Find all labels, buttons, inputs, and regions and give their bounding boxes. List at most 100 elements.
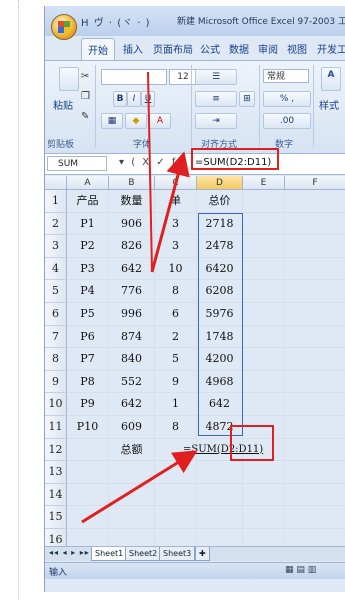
- grid-cell[interactable]: 609: [109, 416, 155, 439]
- grid-cell[interactable]: [285, 371, 345, 394]
- row-header[interactable]: 6: [45, 303, 67, 326]
- tab-home[interactable]: 开始: [81, 38, 115, 60]
- grid-cell[interactable]: [155, 483, 197, 507]
- grid-cell[interactable]: P8: [67, 370, 109, 394]
- grid-cell[interactable]: [285, 393, 345, 416]
- grid-cell[interactable]: 10: [155, 257, 197, 281]
- grid-cell[interactable]: 3: [155, 235, 197, 258]
- grid-cell[interactable]: [109, 461, 155, 484]
- grid-cell[interactable]: 单: [155, 190, 197, 213]
- grid-cell[interactable]: [285, 303, 345, 326]
- grid-cell[interactable]: [243, 235, 285, 258]
- grid-cell[interactable]: 3: [155, 212, 197, 236]
- font-name-box[interactable]: [101, 69, 167, 85]
- sheet-nav-arrows[interactable]: ◂◂ ◂ ▸ ▸▸: [49, 548, 90, 557]
- grid-cell[interactable]: 产品: [67, 190, 109, 213]
- sheet-tab-1[interactable]: Sheet1: [91, 547, 128, 561]
- row-header[interactable]: 10: [45, 393, 67, 416]
- decimal-icon[interactable]: .00: [263, 113, 311, 129]
- font-color-icon[interactable]: A: [149, 113, 171, 129]
- grid-cell[interactable]: [243, 416, 285, 439]
- cut-icon[interactable]: ✂: [81, 71, 89, 82]
- column-header-e[interactable]: E: [243, 176, 285, 190]
- grid-cell[interactable]: [285, 235, 345, 258]
- font-size-box[interactable]: 12: [169, 69, 197, 85]
- number-format-box[interactable]: 常规: [263, 69, 309, 83]
- grid-cell[interactable]: P4: [67, 280, 109, 303]
- grid-cell[interactable]: [243, 190, 285, 213]
- grid-cell[interactable]: [67, 483, 109, 507]
- grid-cell[interactable]: P9: [67, 393, 109, 416]
- grid-cell[interactable]: 4872: [197, 416, 243, 439]
- sheet-tab-3[interactable]: Sheet3: [159, 547, 196, 561]
- grid-cell[interactable]: [285, 280, 345, 303]
- grid-cell[interactable]: [285, 439, 345, 462]
- grid-cell[interactable]: 840: [109, 348, 155, 371]
- grid-cell[interactable]: 996: [109, 303, 155, 326]
- grid-cell[interactable]: [67, 461, 109, 484]
- borders-icon[interactable]: ▦: [101, 113, 123, 129]
- grid-cell[interactable]: [285, 190, 345, 213]
- percent-button[interactable]: % ,: [263, 91, 311, 107]
- grid-cell[interactable]: [197, 506, 243, 529]
- row-header[interactable]: 8: [45, 348, 67, 371]
- grid-cell[interactable]: [285, 258, 345, 281]
- paste-icon[interactable]: [59, 67, 79, 91]
- tab-view[interactable]: 视图: [287, 41, 307, 56]
- grid-cell[interactable]: 2: [155, 325, 197, 349]
- grid-cell[interactable]: 8: [155, 280, 197, 303]
- grid-cell[interactable]: P3: [67, 257, 109, 281]
- grid-cell[interactable]: 776: [109, 280, 155, 303]
- grid-cell[interactable]: [285, 506, 345, 529]
- grid-cell[interactable]: [285, 416, 345, 439]
- format-painter-icon[interactable]: ✎: [81, 111, 89, 122]
- grid-cell[interactable]: 1748: [197, 325, 243, 349]
- grid-cell[interactable]: P2: [67, 235, 109, 258]
- tab-data[interactable]: 数据: [229, 41, 249, 56]
- paste-label[interactable]: 粘贴: [53, 97, 73, 112]
- insert-sheet-icon[interactable]: ✚: [195, 547, 210, 561]
- grid-cell[interactable]: 1: [155, 393, 197, 416]
- grid-cell[interactable]: [243, 370, 285, 394]
- column-header-c[interactable]: C: [155, 176, 197, 190]
- align-top-icon[interactable]: ☰: [195, 69, 237, 85]
- row-header[interactable]: 11: [45, 416, 67, 439]
- grid-cell[interactable]: [243, 483, 285, 507]
- grid-cell[interactable]: 8: [155, 416, 197, 439]
- column-header-b[interactable]: B: [109, 176, 155, 190]
- grid-cell[interactable]: =SUM(D2:D11): [183, 438, 263, 462]
- align-center-icon[interactable]: ≡: [195, 91, 237, 107]
- underline-button[interactable]: U: [141, 91, 155, 107]
- grid-cell[interactable]: [197, 483, 243, 507]
- grid-cell[interactable]: 6208: [197, 280, 243, 303]
- grid-cell[interactable]: [243, 325, 285, 349]
- grid-cell[interactable]: 总价: [197, 190, 243, 213]
- row-header[interactable]: 14: [45, 483, 67, 507]
- view-buttons-icon[interactable]: ▦ ▤ ▥: [285, 565, 316, 575]
- grid-cell[interactable]: P1: [67, 212, 109, 236]
- formula-input[interactable]: =SUM(D2:D11): [195, 157, 271, 168]
- grid-cell[interactable]: 906: [109, 212, 155, 236]
- grid-cell[interactable]: [285, 348, 345, 371]
- row-header[interactable]: 7: [45, 325, 67, 349]
- grid-cell[interactable]: 826: [109, 235, 155, 258]
- bold-button[interactable]: B: [113, 91, 127, 107]
- grid-cell[interactable]: 5976: [197, 303, 243, 326]
- grid-cell[interactable]: [197, 461, 243, 484]
- grid-cell[interactable]: 6420: [197, 257, 243, 281]
- grid-cell[interactable]: 4200: [197, 348, 243, 371]
- grid-cell[interactable]: [243, 257, 285, 281]
- fill-color-icon[interactable]: ◆: [125, 113, 147, 129]
- grid-cell[interactable]: P5: [67, 303, 109, 326]
- grid-cell[interactable]: P10: [67, 416, 109, 439]
- grid-cell[interactable]: [243, 212, 285, 236]
- tab-formulas[interactable]: 公式: [200, 41, 220, 56]
- select-all-corner[interactable]: [45, 176, 67, 190]
- grid-cell[interactable]: [285, 461, 345, 484]
- tab-page-layout[interactable]: 页面布局: [153, 41, 193, 56]
- grid-cell[interactable]: [243, 393, 285, 416]
- row-header[interactable]: 15: [45, 506, 67, 529]
- row-header[interactable]: 3: [45, 235, 67, 258]
- indent-icon[interactable]: ⇥: [195, 113, 237, 129]
- tab-review[interactable]: 审阅: [258, 41, 278, 56]
